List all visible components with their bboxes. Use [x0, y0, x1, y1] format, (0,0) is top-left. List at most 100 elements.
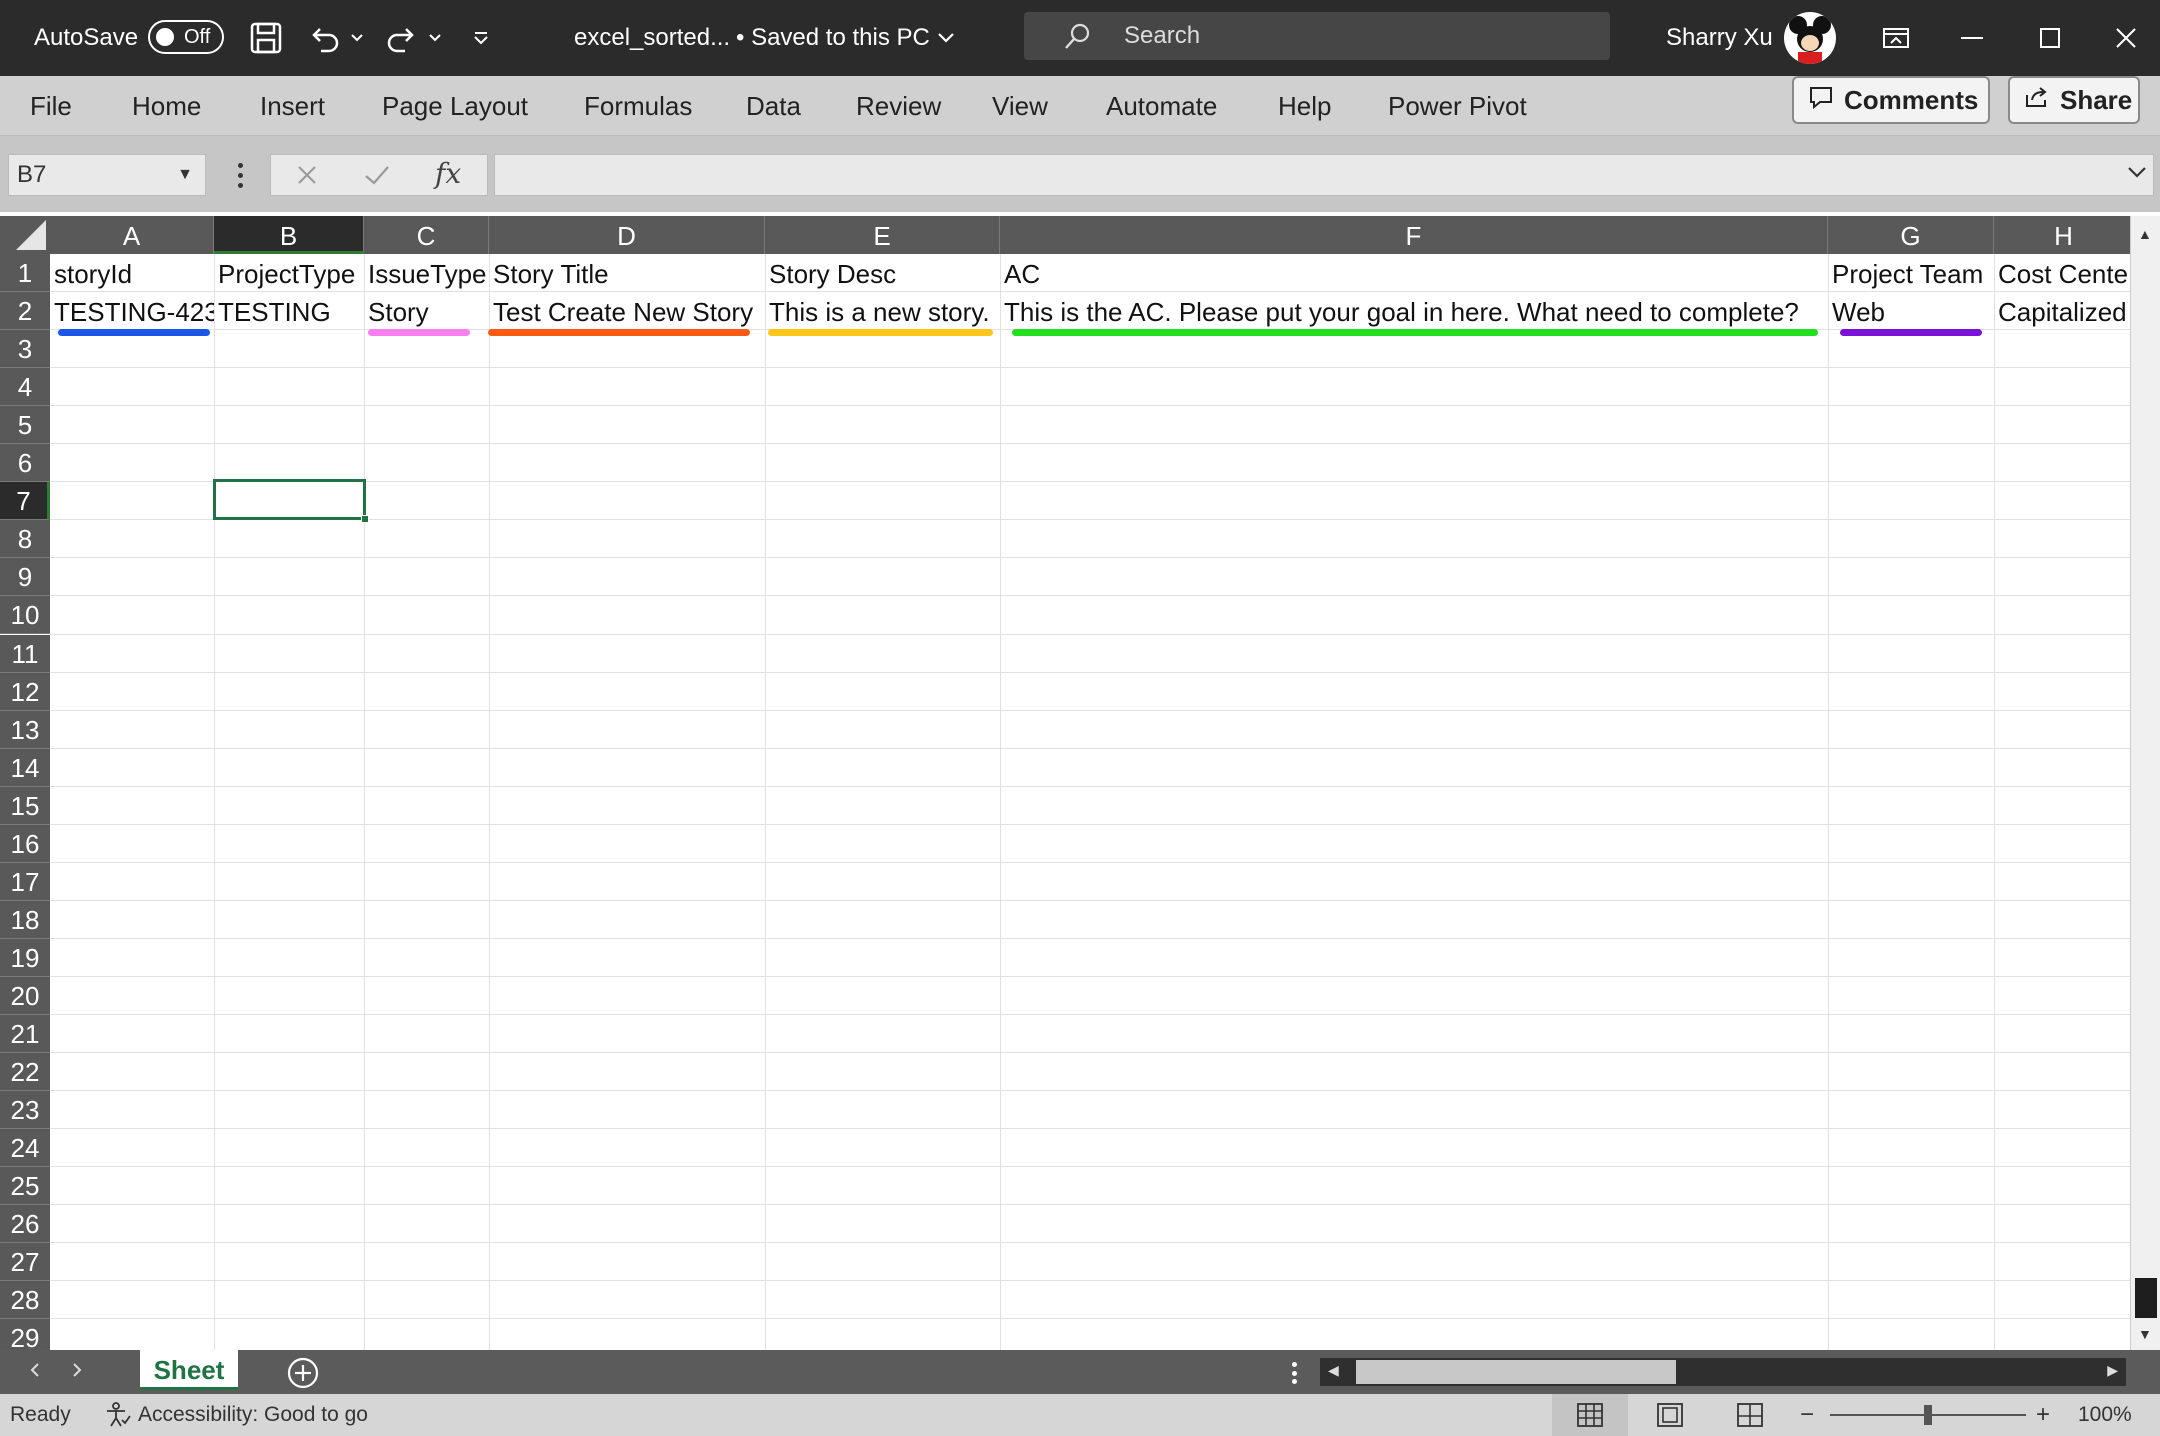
formula-input[interactable] — [494, 154, 2154, 196]
zoom-slider-thumb[interactable] — [1924, 1405, 1932, 1425]
scroll-right-icon[interactable]: ▶ — [2107, 1362, 2118, 1379]
cell-h1[interactable]: Cost Cente — [1994, 254, 2130, 292]
cell-f2[interactable]: This is the AC. Please put your goal in … — [1000, 292, 1828, 330]
column-header-b[interactable]: B — [214, 216, 364, 254]
fill-handle[interactable] — [361, 515, 369, 523]
column-header-a[interactable]: A — [50, 216, 214, 254]
horizontal-scroll-thumb[interactable] — [1356, 1360, 1676, 1384]
cell-d1[interactable]: Story Title — [489, 254, 765, 292]
horizontal-scrollbar[interactable]: ◀ ▶ — [1320, 1358, 2126, 1386]
zoom-slider[interactable] — [1830, 1405, 2026, 1425]
row-header-27[interactable]: 27 — [0, 1243, 50, 1282]
name-box-dropdown-icon[interactable]: ▼ — [177, 155, 193, 195]
tab-page-layout[interactable]: Page Layout — [382, 76, 528, 136]
column-header-f[interactable]: F — [1000, 216, 1828, 254]
tab-help[interactable]: Help — [1278, 76, 1331, 136]
row-header-17[interactable]: 17 — [0, 862, 50, 901]
tab-formulas[interactable]: Formulas — [584, 76, 692, 136]
cell-g1[interactable]: Project Team — [1828, 254, 1994, 292]
row-header-22[interactable]: 22 — [0, 1053, 50, 1092]
redo-icon[interactable] — [382, 14, 422, 62]
user-avatar[interactable] — [1784, 12, 1836, 64]
row-header-25[interactable]: 25 — [0, 1167, 50, 1206]
tab-automate[interactable]: Automate — [1106, 76, 1217, 136]
row-header-24[interactable]: 24 — [0, 1129, 50, 1168]
next-sheet-icon[interactable] — [70, 1360, 84, 1385]
row-header-15[interactable]: 15 — [0, 786, 50, 825]
zoom-in-icon[interactable]: + — [2036, 1394, 2050, 1436]
tab-power-pivot[interactable]: Power Pivot — [1388, 76, 1527, 136]
scroll-left-icon[interactable]: ◀ — [1328, 1362, 1339, 1379]
cell-a2[interactable]: TESTING-423 — [50, 292, 214, 330]
row-header-10[interactable]: 10 — [0, 596, 50, 635]
sheet-tab-active[interactable]: Sheet — [140, 1350, 238, 1390]
row-header-4[interactable]: 4 — [0, 368, 50, 407]
accessibility-icon[interactable] — [104, 1402, 132, 1434]
cell-h2[interactable]: Capitalized — [1994, 292, 2130, 330]
select-all-corner[interactable] — [0, 216, 50, 254]
row-header-16[interactable]: 16 — [0, 824, 50, 863]
row-header-29[interactable]: 29 — [0, 1319, 50, 1350]
row-header-7[interactable]: 7 — [0, 482, 50, 521]
comments-button[interactable]: Comments — [1792, 76, 1990, 124]
row-header-26[interactable]: 26 — [0, 1205, 50, 1244]
share-button[interactable]: Share — [2008, 76, 2140, 124]
vertical-scrollbar[interactable]: ▲ ▼ — [2130, 216, 2160, 1350]
file-name[interactable]: excel_sorted... — [574, 0, 730, 76]
row-header-20[interactable]: 20 — [0, 976, 50, 1015]
zoom-level[interactable]: 100% — [2078, 1394, 2132, 1436]
row-header-23[interactable]: 23 — [0, 1091, 50, 1130]
row-header-2[interactable]: 2 — [0, 292, 50, 331]
previous-sheet-icon[interactable] — [28, 1360, 42, 1385]
row-header-13[interactable]: 13 — [0, 710, 50, 749]
tab-file[interactable]: File — [30, 76, 72, 136]
vertical-scroll-thumb[interactable] — [2135, 1278, 2157, 1318]
insert-function-icon[interactable]: fx — [435, 157, 461, 190]
name-box[interactable]: B7 ▼ — [8, 154, 206, 196]
undo-dropdown-icon[interactable] — [346, 14, 368, 62]
row-header-11[interactable]: 11 — [0, 634, 50, 673]
cell-e1[interactable]: Story Desc — [765, 254, 1000, 292]
row-header-12[interactable]: 12 — [0, 672, 50, 711]
customize-quick-access-icon[interactable] — [466, 14, 496, 62]
more-options-icon[interactable] — [230, 156, 250, 194]
row-header-28[interactable]: 28 — [0, 1281, 50, 1320]
row-header-5[interactable]: 5 — [0, 406, 50, 445]
user-name[interactable]: Sharry Xu — [1666, 0, 1773, 76]
cell-d2[interactable]: Test Create New Story — [489, 292, 765, 330]
column-header-h[interactable]: H — [1994, 216, 2130, 254]
row-header-8[interactable]: 8 — [0, 520, 50, 559]
enter-icon[interactable] — [363, 163, 391, 192]
row-header-14[interactable]: 14 — [0, 748, 50, 787]
cancel-icon[interactable] — [295, 163, 319, 192]
minimize-icon[interactable] — [1952, 14, 1992, 62]
save-status-dropdown-icon[interactable] — [934, 14, 958, 62]
scroll-down-icon[interactable]: ▼ — [2138, 1326, 2152, 1342]
autosave-toggle[interactable]: Off — [148, 20, 224, 54]
row-header-18[interactable]: 18 — [0, 900, 50, 939]
row-header-19[interactable]: 19 — [0, 938, 50, 977]
active-cell-b7[interactable] — [213, 479, 369, 523]
maximize-icon[interactable] — [2030, 14, 2070, 62]
accessibility-status[interactable]: Accessibility: Good to go — [138, 1394, 368, 1436]
tab-split-handle[interactable] — [1292, 1362, 1298, 1384]
tab-review[interactable]: Review — [856, 76, 941, 136]
add-sheet-icon[interactable] — [286, 1356, 320, 1395]
undo-icon[interactable] — [304, 14, 344, 62]
row-header-9[interactable]: 9 — [0, 558, 50, 597]
worksheet-grid[interactable]: A B C D E F G H 1 2 3 4 5 6 7 8 9 10 11 12 13 14 15 16 1… — [0, 216, 2130, 1350]
cell-a1[interactable]: storyId — [50, 254, 214, 292]
expand-formula-bar-icon[interactable] — [2127, 165, 2147, 184]
close-icon[interactable] — [2106, 14, 2146, 62]
row-header-6[interactable]: 6 — [0, 444, 50, 483]
row-header-3[interactable]: 3 — [0, 330, 50, 369]
column-header-g[interactable]: G — [1828, 216, 1994, 254]
column-header-c[interactable]: C — [364, 216, 489, 254]
column-header-e[interactable]: E — [765, 216, 1000, 254]
redo-dropdown-icon[interactable] — [424, 14, 446, 62]
tab-view[interactable]: View — [992, 76, 1048, 136]
cell-g2[interactable]: Web — [1828, 292, 1994, 330]
save-status[interactable]: • Saved to this PC — [736, 0, 930, 76]
tab-home[interactable]: Home — [132, 76, 201, 136]
cell-c2[interactable]: Story — [364, 292, 489, 330]
